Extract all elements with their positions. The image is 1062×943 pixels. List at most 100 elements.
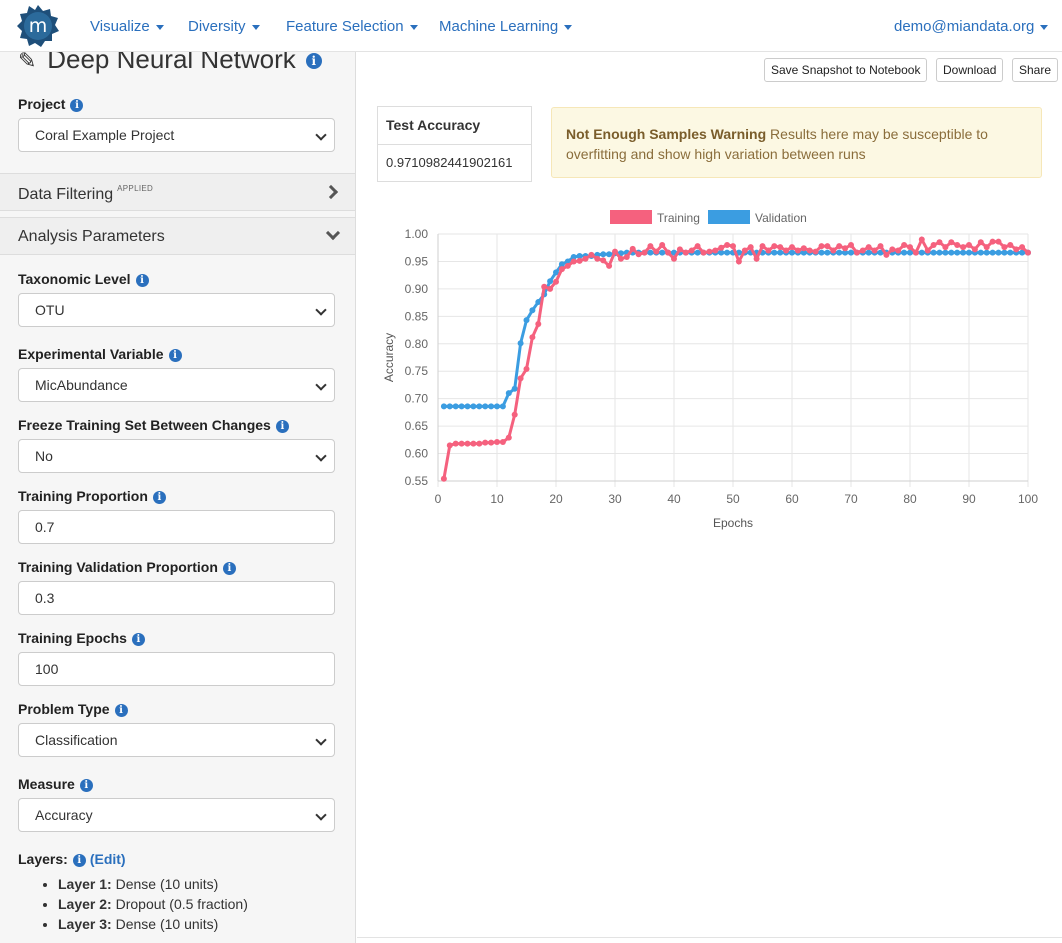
data-point-validation — [771, 249, 778, 256]
project-select[interactable]: Coral Example Project — [18, 118, 335, 152]
taxonomic-level-label: Taxonomic Level i — [18, 271, 149, 287]
measure-select[interactable]: Accuracy — [18, 798, 335, 832]
data-point-training — [848, 241, 854, 248]
data-point-training — [1019, 244, 1026, 251]
experimental-variable-label: Experimental Variable i — [18, 346, 182, 362]
data-point-training — [1013, 246, 1020, 253]
top-navbar: m Visualize Diversity Feature Selection … — [0, 0, 1062, 52]
edit-layers-link[interactable]: (Edit) — [90, 851, 126, 867]
mian-logo-icon[interactable]: m — [16, 4, 60, 48]
measure-label: Measure i — [18, 776, 93, 792]
data-point-training — [564, 262, 571, 269]
y-tick-label: 0.90 — [405, 282, 429, 296]
data-filtering-panel[interactable]: Data Filtering APPLIED — [0, 173, 355, 211]
nav-diversity[interactable]: Diversity — [188, 18, 260, 35]
x-axis-title: Epochs — [713, 516, 753, 530]
problem-type-select[interactable]: Classification — [18, 723, 335, 757]
y-axis-title: Accuracy — [382, 333, 396, 382]
info-icon[interactable]: i — [114, 704, 128, 717]
info-icon[interactable]: i — [135, 274, 149, 287]
share-button[interactable]: Share — [1012, 58, 1059, 82]
data-point-training — [553, 278, 559, 285]
data-point-training — [494, 439, 500, 446]
data-point-training — [653, 248, 660, 255]
list-item: Layer 2: Dropout (0.5 fraction) — [58, 894, 248, 914]
training-proportion-input[interactable]: 0.7 — [18, 510, 335, 544]
data-point-training — [612, 248, 618, 255]
chevron-down-icon — [325, 225, 341, 241]
user-menu[interactable]: demo@miandata.org — [894, 18, 1049, 35]
save-snapshot-button[interactable]: Save Snapshot to Notebook — [764, 58, 928, 82]
data-point-training — [871, 247, 878, 254]
data-point-training — [907, 244, 913, 251]
data-point-training — [547, 285, 554, 292]
y-tick-label: 0.80 — [405, 337, 429, 351]
data-point-training — [1025, 249, 1031, 256]
nav-feature-selection[interactable]: Feature Selection — [286, 18, 418, 35]
chevron-down-icon — [315, 809, 327, 821]
data-point-training — [983, 244, 990, 251]
x-tick-label: 30 — [608, 492, 622, 506]
download-button[interactable]: Download — [936, 58, 1004, 82]
data-point-training — [470, 440, 477, 447]
data-point-training — [942, 244, 949, 251]
training-validation-proportion-input[interactable]: 0.3 — [18, 581, 335, 615]
experimental-variable-select[interactable]: MicAbundance — [18, 368, 335, 402]
data-point-training — [647, 243, 654, 250]
data-point-training — [505, 434, 512, 441]
samples-warning: Not Enough Samples Warning Results here … — [551, 107, 1042, 178]
info-icon[interactable]: i — [275, 420, 289, 433]
data-point-training — [682, 249, 689, 256]
data-point-training — [989, 238, 996, 245]
data-point-training — [783, 247, 790, 254]
data-point-training — [706, 248, 713, 255]
data-point-training — [718, 244, 725, 251]
data-point-validation — [977, 249, 984, 256]
caret-down-icon — [155, 24, 164, 30]
data-point-training — [901, 241, 908, 248]
info-icon[interactable]: i — [79, 779, 93, 792]
data-point-training — [753, 255, 760, 262]
info-icon[interactable]: i — [305, 53, 322, 69]
data-point-training — [700, 249, 707, 256]
data-point-training — [759, 243, 766, 250]
x-tick-label: 90 — [962, 492, 976, 506]
training-epochs-input[interactable]: 100 — [18, 652, 335, 686]
data-point-training — [771, 243, 778, 250]
data-point-training — [606, 262, 613, 269]
data-point-validation — [777, 249, 784, 256]
sidebar: ✎ Deep Neural Network i Project i Coral Ex… — [0, 52, 356, 943]
info-icon[interactable]: i — [131, 633, 145, 646]
data-point-validation — [901, 249, 908, 256]
list-item: Layer 1: Dense (10 units) — [58, 874, 248, 894]
nav-machine-learning[interactable]: Machine Learning — [439, 18, 573, 35]
series-line-validation — [443, 251, 1028, 408]
data-point-training — [535, 321, 542, 328]
data-point-training — [930, 241, 937, 248]
info-icon[interactable]: i — [72, 854, 86, 867]
data-point-training — [635, 251, 642, 258]
data-point-training — [452, 440, 459, 447]
data-point-validation — [511, 385, 518, 392]
data-point-validation — [606, 251, 613, 258]
data-point-training — [948, 239, 955, 246]
data-point-training — [812, 248, 819, 255]
info-icon[interactable]: i — [168, 349, 182, 362]
info-icon[interactable]: i — [70, 99, 84, 112]
problem-type-label: Problem Type i — [18, 701, 128, 717]
data-point-training — [836, 243, 843, 250]
nav-visualize[interactable]: Visualize — [90, 18, 164, 35]
data-point-training — [777, 244, 784, 251]
data-point-validation — [824, 249, 831, 256]
data-point-training — [724, 241, 731, 248]
info-icon[interactable]: i — [222, 562, 236, 575]
info-icon[interactable]: i — [152, 491, 166, 504]
data-point-validation — [818, 249, 825, 256]
taxonomic-level-select[interactable]: OTU — [18, 293, 335, 327]
analysis-parameters-panel[interactable]: Analysis Parameters — [0, 217, 355, 255]
data-point-validation — [476, 403, 483, 410]
data-point-validation — [494, 403, 500, 410]
freeze-training-select[interactable]: No — [18, 439, 335, 473]
data-point-validation — [936, 249, 943, 256]
data-point-training — [741, 247, 748, 254]
